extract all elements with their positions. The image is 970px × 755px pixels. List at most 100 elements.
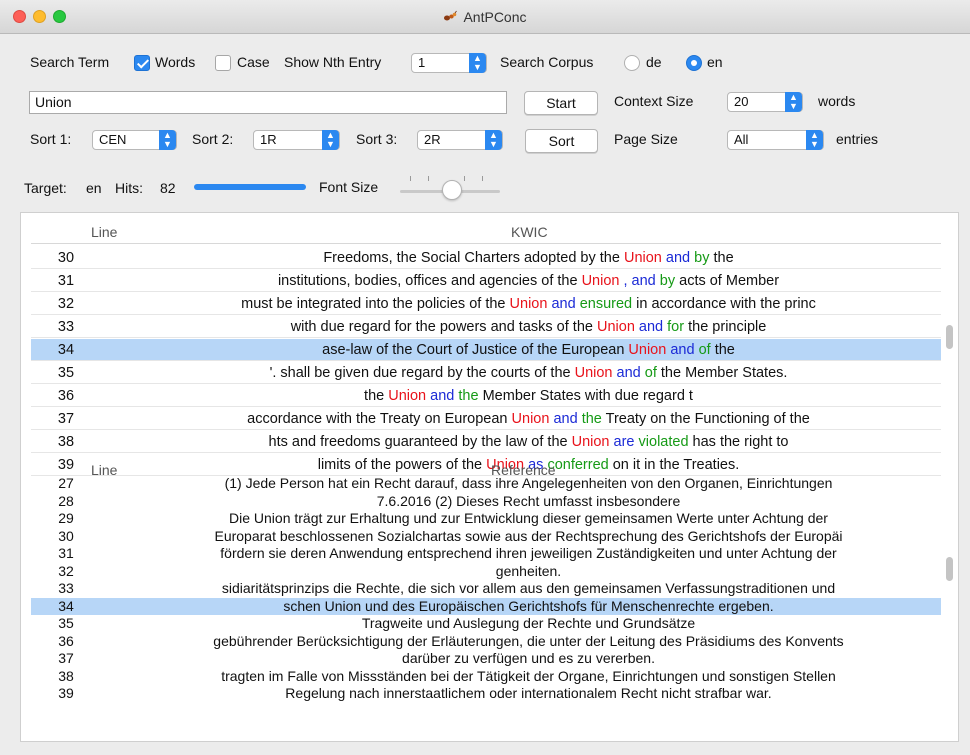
kwic-row[interactable]: 31 institutions, bodies, offices and agen…: [31, 270, 941, 292]
kwic-left-context: with due regard for the powers and tasks…: [290, 319, 597, 335]
kwic-context: Freedoms, the Social Charters adopted by…: [116, 247, 941, 269]
kwic-line-header[interactable]: Line: [91, 224, 117, 240]
search-term-label: Search Term: [30, 54, 110, 70]
corpus-radio-en[interactable]: [686, 55, 702, 71]
kwic-left-context: Freedoms, the Social Charters adopted by…: [323, 250, 624, 266]
reference-row[interactable]: 33 sidiaritätsprinzips die Rechte, die si…: [31, 580, 941, 598]
kwic-row[interactable]: 37 accordance with the Treaty on European…: [31, 408, 941, 430]
kwic-left-context: limits of the powers of the: [317, 457, 487, 473]
reference-row[interactable]: 28 7.6.2016 (2) Dieses Recht umfasst insb…: [31, 493, 941, 511]
kwic-collocate-1r: and: [638, 319, 664, 335]
case-checkbox[interactable]: [215, 55, 231, 71]
reference-line-number: 28: [58, 492, 74, 509]
reference-text: fördern sie deren Anwendung entsprechend…: [220, 545, 837, 561]
reference-row[interactable]: 29 Die Union trägt zur Erhaltung und zur …: [31, 510, 941, 528]
reference-line-number: 31: [58, 545, 74, 561]
ant-app-icon: [444, 10, 458, 21]
reference-row[interactable]: 27 (1) Jede Person hat ein Recht darauf, …: [31, 475, 941, 493]
kwic-collocate-1r: and: [430, 388, 455, 404]
kwic-header[interactable]: KWIC: [511, 224, 548, 240]
kwic-keyword: Union: [511, 411, 550, 427]
target-label: Target:: [24, 180, 67, 196]
kwic-row[interactable]: 30 Freedoms, the Social Charters adopted …: [31, 247, 941, 269]
start-button[interactable]: Start: [524, 91, 598, 115]
sort1-select[interactable]: CEN ▲ ▼: [92, 130, 177, 150]
kwic-line-number: 30: [57, 250, 75, 266]
chevron-updown-icon: ▲ ▼: [485, 130, 502, 150]
reference-line-number: 30: [58, 527, 74, 544]
sort2-select[interactable]: 1R ▲ ▼: [253, 130, 340, 150]
window-title-area: AntPConc: [0, 0, 970, 34]
reference-text: sidiaritätsprinzips die Rechte, die sich…: [221, 580, 836, 596]
search-progress-bar: [194, 184, 306, 190]
reference-row[interactable]: 31 fördern sie deren Anwendung entspreche…: [31, 545, 941, 563]
hits-label: Hits:: [115, 180, 143, 196]
sort1-value: CEN: [99, 132, 127, 147]
kwic-right-context: in accordance with the princ: [636, 296, 816, 312]
kwic-collocate-2r: of: [698, 342, 711, 358]
kwic-row[interactable]: 32 must be integrated into the policies o…: [31, 293, 941, 315]
search-term-input[interactable]: Union: [29, 91, 507, 114]
font-size-slider-knob[interactable]: [442, 180, 462, 200]
kwic-header-divider: [31, 243, 941, 244]
reference-row[interactable]: 38 tragten im Falle von Missständen bei d…: [31, 668, 941, 686]
reference-row[interactable]: 39 Regelung nach innerstaatlichem oder in…: [31, 685, 941, 703]
page-size-select[interactable]: All ▲ ▼: [727, 130, 824, 150]
sort-button[interactable]: Sort: [525, 129, 598, 153]
kwic-left-context: institutions, bodies, offices and agenci…: [277, 273, 582, 289]
kwic-left-context: the: [364, 388, 389, 404]
kwic-right-context: Treaty on the Functioning of the: [605, 411, 810, 427]
kwic-line-number: 36: [57, 388, 75, 404]
kwic-collocate-1r: and: [551, 296, 576, 312]
kwic-collocate-2r: of: [644, 365, 657, 381]
reference-scrollbar[interactable]: [946, 557, 953, 581]
kwic-row[interactable]: 33 with due regard for the powers and tas…: [31, 316, 941, 338]
kwic-line-number: 31: [57, 273, 75, 289]
reference-row[interactable]: 34 schen Union und des Europäischen Geric…: [31, 597, 941, 615]
kwic-row[interactable]: 38 hts and freedoms guaranteed by the law…: [31, 431, 941, 453]
slider-tick: [428, 176, 429, 181]
reference-row[interactable]: 32 genheiten.: [31, 563, 941, 581]
kwic-left-context: hts and freedoms guaranteed by the law o…: [268, 434, 572, 450]
slider-tick: [464, 176, 465, 181]
reference-line-number: 39: [58, 685, 74, 701]
slider-tick: [482, 176, 483, 181]
kwic-right-context: the: [713, 250, 734, 266]
kwic-context: with due regard for the powers and tasks…: [116, 316, 941, 338]
corpus-radio-de[interactable]: [624, 55, 640, 71]
reference-row[interactable]: 36 gebührender Berücksichtigung der Erläu…: [31, 633, 941, 651]
corpus-label-de: de: [646, 54, 662, 70]
reference-text: gebührender Berücksichtigung der Erläute…: [213, 632, 844, 649]
results-panel: Line KWIC 30 Freedoms, the Social Charter…: [20, 212, 959, 742]
kwic-collocate-1r: , and: [623, 273, 656, 289]
reference-row[interactable]: 37 darüber zu verfügen und es zu vererben…: [31, 650, 941, 668]
kwic-collocate-1r: and: [665, 250, 691, 266]
sort3-value: 2R: [424, 132, 441, 147]
show-nth-entry-select[interactable]: 1 ▲ ▼: [411, 53, 487, 73]
reference-row[interactable]: 30 Europarat beschlossenen Sozialchartas …: [31, 528, 941, 546]
kwic-collocate-2r: for: [667, 319, 685, 335]
words-checkbox[interactable]: [134, 55, 150, 71]
show-nth-entry-value: 1: [418, 55, 426, 70]
kwic-collocate-1r: and: [670, 342, 695, 358]
kwic-scrollbar[interactable]: [946, 325, 953, 349]
kwic-collocate-1r: and: [553, 411, 578, 427]
reference-row[interactable]: 35 Tragweite und Auslegung der Rechte und…: [31, 615, 941, 633]
page-size-value: All: [734, 132, 749, 147]
sort3-select[interactable]: 2R ▲ ▼: [417, 130, 503, 150]
kwic-keyword: Union: [623, 250, 662, 266]
kwic-line-number: 34: [57, 342, 75, 358]
kwic-row[interactable]: 34 ase-law of the Court of Justice of the…: [31, 339, 941, 361]
kwic-row[interactable]: 35 '. shall be given due regard by the co…: [31, 362, 941, 384]
sort2-value: 1R: [260, 132, 277, 147]
kwic-row[interactable]: 36 the Union and the Member States with d…: [31, 385, 941, 407]
kwic-keyword: Union: [628, 342, 667, 358]
page-size-label: Page Size: [614, 131, 678, 147]
kwic-row[interactable]: 39 limits of the powers of the Union as c…: [31, 454, 941, 476]
kwic-collocate-2r: violated: [638, 434, 689, 450]
reference-line-number: 29: [58, 510, 74, 526]
context-size-select[interactable]: 20 ▲ ▼: [727, 92, 803, 112]
kwic-keyword: Union: [597, 319, 635, 335]
kwic-right-context: on it in the Treaties.: [612, 457, 740, 473]
reference-text: darüber zu verfügen und es zu vererben.: [402, 650, 655, 666]
